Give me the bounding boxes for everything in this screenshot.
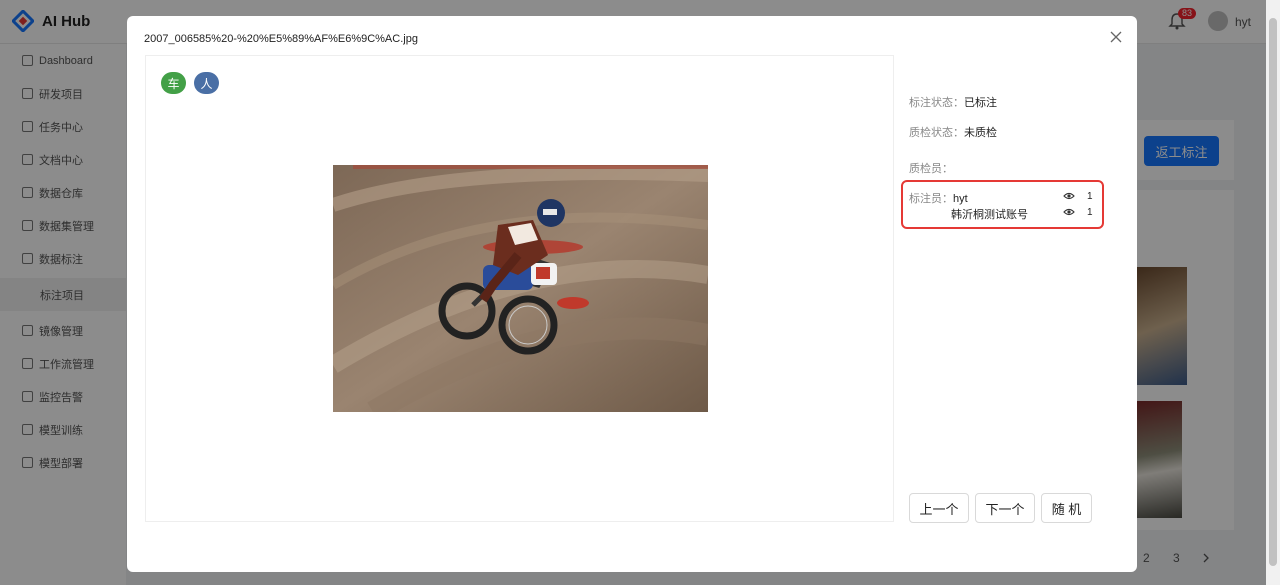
label-status-key: 标注状态： (909, 97, 964, 109)
modal-title: 2007_006585%20-%20%E5%89%AF%E6%9C%AC.jpg (144, 33, 418, 45)
label-status: 标注状态：已标注 (909, 94, 997, 110)
annotator-count: 1 (1087, 207, 1093, 218)
annotator-name: hyt (953, 193, 968, 205)
qc-status: 质检状态：未质检 (909, 124, 997, 140)
next-button[interactable]: 下一个 (975, 493, 1035, 523)
qc-person-key: 质检员： (909, 163, 953, 175)
qc-person: 质检员： (909, 160, 953, 176)
annotator-row: 标注员：hyt (909, 190, 968, 206)
label-tag-car[interactable]: 车 (161, 72, 186, 94)
label-status-value: 已标注 (964, 97, 997, 109)
image-viewer: 车 人 (145, 55, 894, 522)
qc-status-value: 未质检 (964, 127, 997, 139)
annotated-image[interactable] (333, 165, 708, 412)
annotator-row: 韩沂桐测试账号 (951, 206, 1028, 222)
annotator-count: 1 (1087, 191, 1093, 202)
eye-icon[interactable] (1063, 208, 1075, 216)
eye-icon[interactable] (1063, 192, 1075, 200)
motorcycle-photo (333, 165, 708, 412)
label-tag-person[interactable]: 人 (194, 72, 219, 94)
random-button[interactable]: 随 机 (1041, 493, 1092, 523)
prev-button[interactable]: 上一个 (909, 493, 969, 523)
close-icon[interactable] (1109, 30, 1123, 44)
image-detail-modal: 2007_006585%20-%20%E5%89%AF%E6%9C%AC.jpg… (127, 16, 1137, 572)
annotator-key: 标注员： (909, 193, 953, 205)
scrollbar-thumb[interactable] (1269, 18, 1277, 566)
qc-status-key: 质检状态： (909, 127, 964, 139)
annotator-name: 韩沂桐测试账号 (951, 209, 1028, 221)
scrollbar[interactable] (1266, 0, 1280, 585)
